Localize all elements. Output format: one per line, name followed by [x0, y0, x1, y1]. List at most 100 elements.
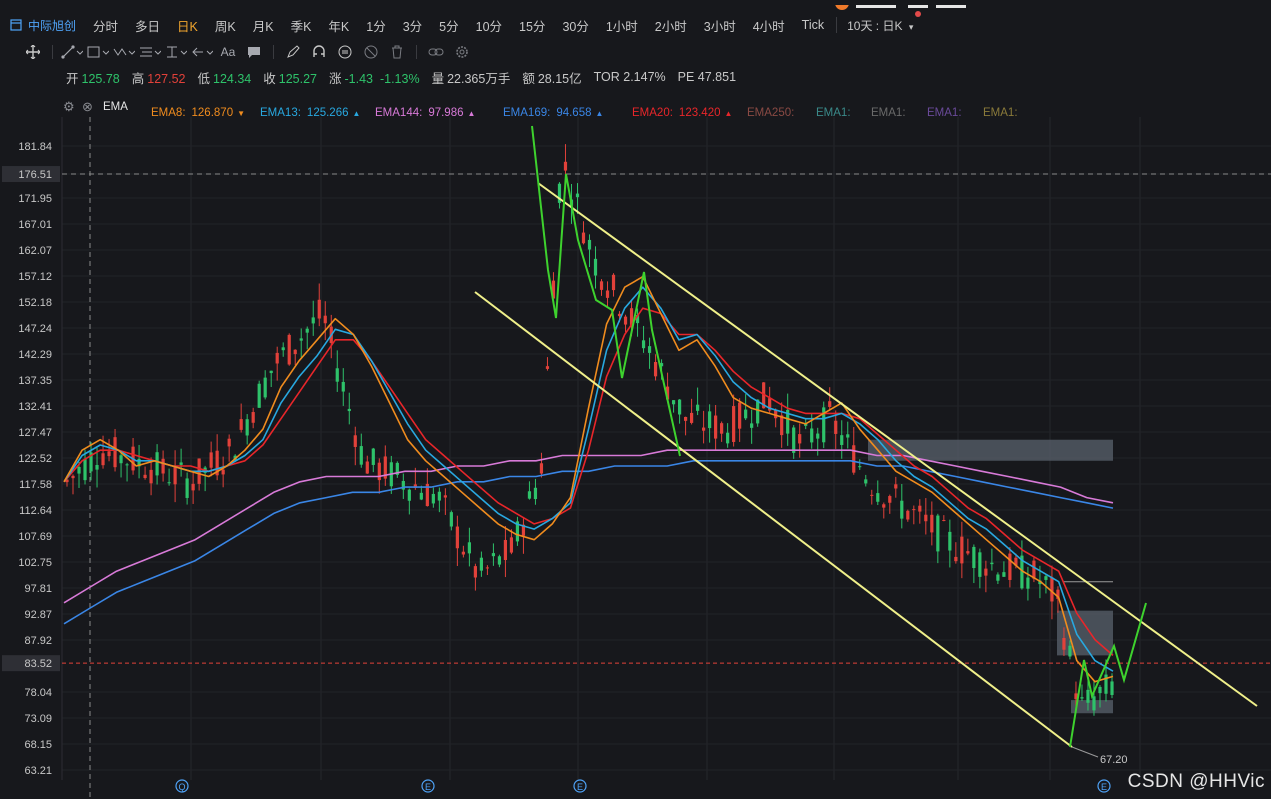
candle-body [846, 434, 850, 438]
candle-body [720, 423, 724, 434]
candle-body [539, 463, 544, 474]
period-tab[interactable]: 日K [168, 16, 206, 35]
candle-body [882, 504, 886, 508]
period-tab[interactable]: 15分 [510, 16, 553, 35]
period-tab[interactable]: 月K [244, 16, 282, 35]
period-tab[interactable]: 1分 [357, 16, 393, 35]
candle-body [683, 416, 688, 421]
comment-tool-icon[interactable] [241, 41, 267, 63]
measure-tool-icon[interactable] [163, 41, 189, 63]
y-axis-tick-label: 162.07 [18, 245, 52, 257]
candle-body [738, 402, 742, 429]
candle-body [1098, 686, 1102, 694]
ema-title: EMA [103, 101, 128, 113]
candle-body [83, 458, 87, 481]
candle-body [732, 406, 736, 442]
candle-body [419, 492, 423, 500]
event-marker-label: E [577, 782, 583, 792]
candle-body [377, 462, 381, 481]
candle-body [816, 433, 820, 439]
candle-body [972, 546, 976, 569]
hide-icon[interactable] [358, 41, 384, 63]
candle-body [623, 316, 628, 325]
candle-body [509, 537, 514, 553]
y-axis-tick-label: 122.52 [18, 453, 52, 465]
rect-tool-icon[interactable] [85, 41, 111, 63]
crosshair-icon[interactable] [20, 41, 46, 63]
period-tab[interactable]: 4小时 [744, 16, 793, 35]
period-tab[interactable]: 30分 [553, 16, 596, 35]
period-tab[interactable]: 3分 [394, 16, 430, 35]
candle-body [828, 401, 832, 407]
divider [273, 45, 274, 59]
candle-body [563, 161, 568, 171]
candle-body [714, 415, 718, 439]
candle-body [1044, 576, 1048, 580]
close-price: 收 125.27 [263, 71, 317, 86]
candle-body [689, 412, 694, 423]
low-price-annotation: 67.20 [1100, 754, 1128, 766]
period-tab[interactable]: 年K [319, 16, 357, 35]
candle-body [227, 438, 231, 447]
candle-body [467, 542, 471, 554]
candle-body [834, 420, 838, 434]
period-tab[interactable]: 10分 [467, 16, 510, 35]
candle-body [485, 567, 490, 569]
period-tab[interactable]: 分时 [84, 16, 126, 35]
drawing-toolbar: Aa [0, 40, 1271, 64]
candle-body [71, 475, 75, 479]
stock-name: 中际旭创 [28, 18, 77, 33]
candle-body [930, 514, 934, 533]
period-tab[interactable]: 季K [282, 16, 320, 35]
candle-body [335, 368, 339, 382]
range-dropdown[interactable]: 10天 : 日K ▾ [841, 10, 922, 34]
stock-selector[interactable]: 中际旭创 [6, 17, 84, 34]
pencil-icon[interactable] [280, 41, 306, 63]
period-tab[interactable]: 5分 [430, 16, 466, 35]
period-tab[interactable]: 1小时 [597, 16, 646, 35]
y-axis-tick-label: 142.29 [18, 349, 52, 361]
candle-body [587, 239, 592, 250]
candle-body [960, 536, 964, 564]
candle-body [533, 487, 538, 500]
arrow-tool-icon[interactable] [189, 41, 215, 63]
y-axis-tick-label: 157.12 [18, 271, 52, 283]
candle-body [155, 452, 159, 476]
candle-body [305, 328, 309, 333]
amount: 额 28.15亿 [522, 71, 582, 86]
text-tool-icon[interactable]: Aa [215, 41, 241, 63]
candle-body [221, 469, 225, 475]
candle-body [726, 432, 730, 444]
window-icon [10, 19, 22, 31]
event-marker-label: Q [178, 782, 185, 792]
candle-body [888, 496, 892, 503]
fib-tool-icon[interactable] [137, 41, 163, 63]
candle-body [497, 556, 502, 565]
period-tab[interactable]: 2小时 [646, 16, 695, 35]
top-cut-header [828, 0, 998, 10]
range-select-label: 10天 : 日K [847, 18, 903, 33]
settings-icon[interactable] [449, 41, 475, 63]
magnet-icon[interactable] [306, 41, 332, 63]
candle-body [149, 469, 153, 484]
lock-icon[interactable] [332, 41, 358, 63]
candle-body [677, 399, 682, 415]
trash-icon[interactable] [384, 41, 410, 63]
line-tool-icon[interactable] [59, 41, 85, 63]
candle-body [371, 448, 375, 465]
candle-body [251, 412, 255, 423]
period-tab[interactable]: 3小时 [695, 16, 744, 35]
pattern-tool-icon[interactable] [111, 41, 137, 63]
settings-icon[interactable]: ⚙ [63, 99, 75, 115]
period-tab[interactable]: 周K [206, 16, 244, 35]
pe-ratio: PE 47.851 [677, 70, 737, 84]
period-tab[interactable]: 多日 [126, 16, 168, 35]
price-chart[interactable]: 181.84 176.51 171.95 167.01 162.07 157.12 152.… [0, 117, 1271, 799]
candle-body [245, 419, 249, 436]
period-tab[interactable]: Tick [793, 18, 832, 32]
link-icon[interactable] [423, 41, 449, 63]
candle-body [942, 519, 946, 521]
close-icon[interactable]: ⊗ [82, 99, 93, 115]
candle-body [653, 362, 658, 377]
candle-body [479, 557, 483, 571]
